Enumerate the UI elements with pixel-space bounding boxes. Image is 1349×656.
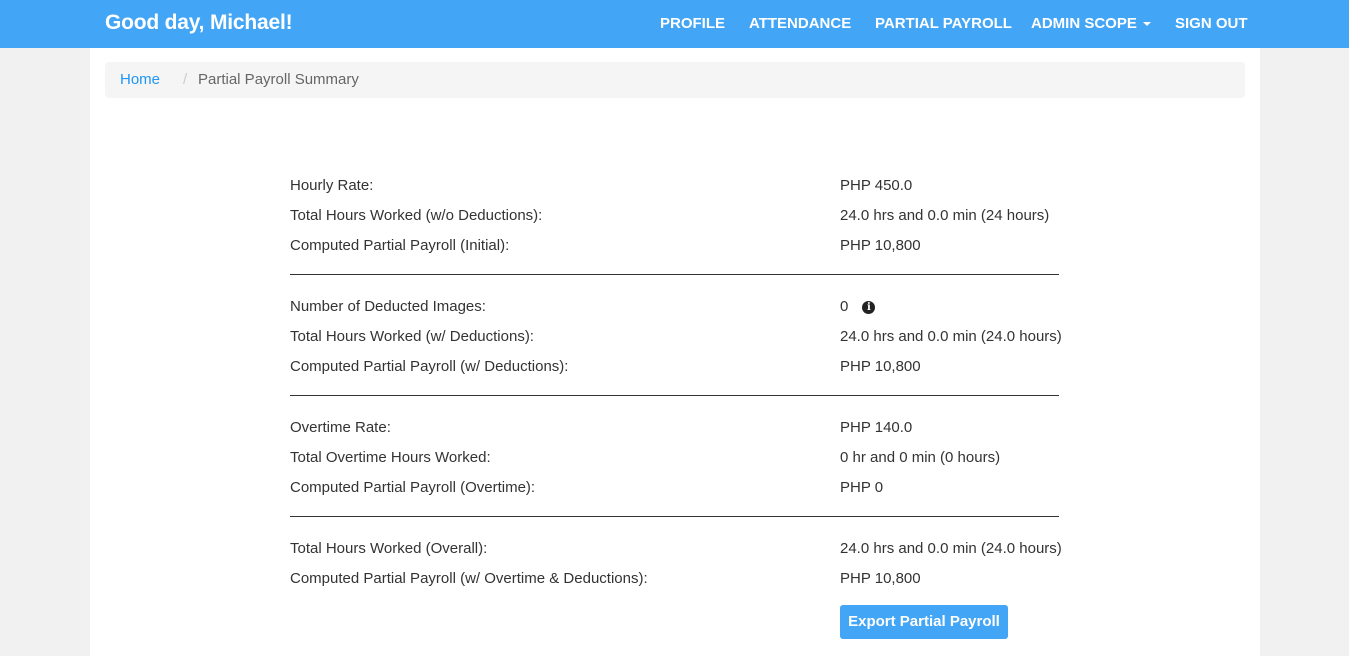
row-payroll-initial: Computed Partial Payroll (Initial): PHP … (290, 237, 1070, 257)
breadcrumb: Home / Partial Payroll Summary (105, 62, 1245, 98)
caret-down-icon (1142, 22, 1151, 27)
row-overtime-rate: Overtime Rate: PHP 140.0 (290, 419, 1070, 439)
row-payroll-overall: Computed Partial Payroll (w/ Overtime & … (290, 570, 1070, 590)
overtime-hours-value: 0 hr and 0 min (0 hours) (840, 449, 1001, 466)
row-payroll-overtime: Computed Partial Payroll (Overtime): PHP… (290, 479, 1070, 499)
nav-partial-payroll[interactable]: PARTIAL PAYROLL (875, 15, 1012, 32)
payroll-initial-value: PHP 10,800 (840, 237, 921, 254)
payroll-overtime-value: PHP 0 (840, 479, 884, 496)
row-deducted-images: Number of Deducted Images: 0i (290, 298, 1070, 318)
hourly-rate-label: Hourly Rate: (290, 177, 374, 194)
overtime-rate-label: Overtime Rate: (290, 419, 391, 436)
row-hourly-rate: Hourly Rate: PHP 450.0 (290, 177, 1070, 197)
hourly-rate-value: PHP 450.0 (840, 177, 913, 194)
section-divider (290, 516, 1059, 517)
overtime-hours-label: Total Overtime Hours Worked: (290, 449, 491, 466)
breadcrumb-home-link[interactable]: Home (120, 71, 160, 88)
payroll-with-deductions-label: Computed Partial Payroll (w/ Deductions)… (290, 358, 569, 375)
nav-attendance[interactable]: ATTENDANCE (749, 15, 851, 32)
nav-admin-scope-label: ADMIN SCOPE (1031, 15, 1137, 32)
row-overtime-hours: Total Overtime Hours Worked: 0 hr and 0 … (290, 449, 1070, 469)
deducted-images-value-wrap: 0i (840, 298, 876, 315)
payroll-with-deductions-value: PHP 10,800 (840, 358, 921, 375)
hours-with-deductions-label: Total Hours Worked (w/ Deductions): (290, 328, 534, 345)
row-hours-no-deductions: Total Hours Worked (w/o Deductions): 24.… (290, 207, 1070, 227)
payroll-overall-value: PHP 10,800 (840, 570, 921, 587)
hours-overall-label: Total Hours Worked (Overall): (290, 540, 488, 557)
hours-no-deductions-value: 24.0 hrs and 0.0 min (24 hours) (840, 207, 1050, 224)
row-hours-with-deductions: Total Hours Worked (w/ Deductions): 24.0… (290, 328, 1070, 348)
navbar: Good day, Michael! PROFILE ATTENDANCE PA… (0, 0, 1349, 48)
hours-with-deductions-value: 24.0 hrs and 0.0 min (24.0 hours) (840, 328, 1062, 345)
export-partial-payroll-button[interactable]: Export Partial Payroll (840, 605, 1008, 639)
main-container: Home / Partial Payroll Summary Hourly Ra… (90, 48, 1260, 656)
overtime-rate-value: PHP 140.0 (840, 419, 913, 436)
deducted-images-label: Number of Deducted Images: (290, 298, 486, 315)
section-divider (290, 274, 1059, 275)
nav-profile[interactable]: PROFILE (660, 15, 725, 32)
payroll-overtime-label: Computed Partial Payroll (Overtime): (290, 479, 536, 496)
deducted-images-value: 0 (840, 298, 849, 315)
payroll-initial-label: Computed Partial Payroll (Initial): (290, 237, 510, 254)
nav-admin-scope[interactable]: ADMIN SCOPE (1031, 15, 1151, 32)
section-divider (290, 395, 1059, 396)
nav-sign-out[interactable]: SIGN OUT (1175, 15, 1248, 32)
breadcrumb-separator: / (183, 71, 188, 88)
hours-no-deductions-label: Total Hours Worked (w/o Deductions): (290, 207, 543, 224)
row-hours-overall: Total Hours Worked (Overall): 24.0 hrs a… (290, 540, 1070, 560)
row-payroll-with-deductions: Computed Partial Payroll (w/ Deductions)… (290, 358, 1070, 378)
hours-overall-value: 24.0 hrs and 0.0 min (24.0 hours) (840, 540, 1062, 557)
greeting-brand[interactable]: Good day, Michael! (105, 11, 293, 35)
breadcrumb-current: Partial Payroll Summary (198, 71, 359, 88)
payroll-overall-label: Computed Partial Payroll (w/ Overtime & … (290, 570, 648, 587)
info-circle-icon[interactable]: i (862, 301, 876, 314)
